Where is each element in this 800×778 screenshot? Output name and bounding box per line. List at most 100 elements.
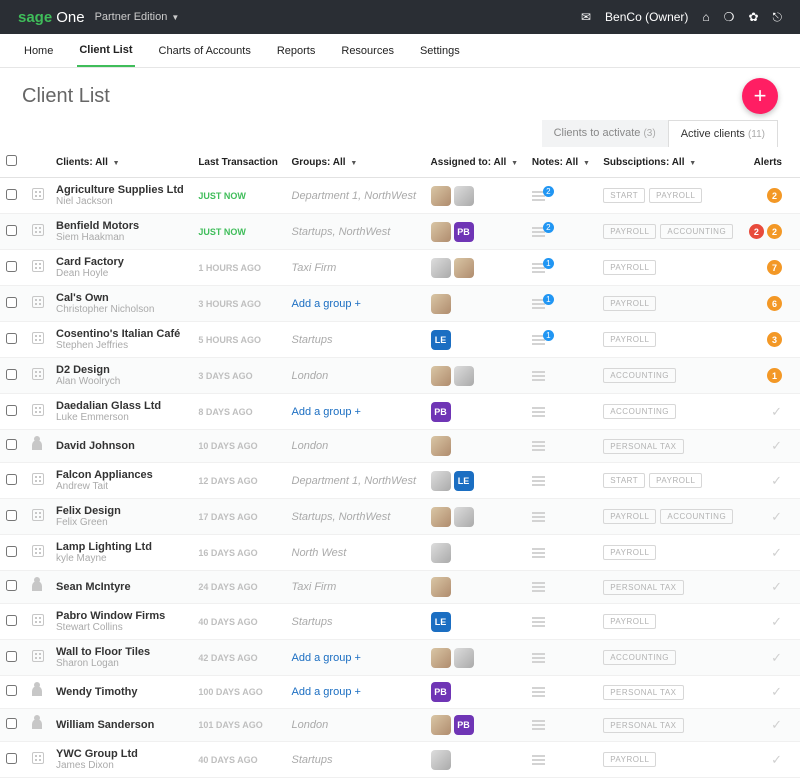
- notes-icon[interactable]: [532, 687, 591, 697]
- partner-edition-dropdown[interactable]: Partner Edition▼: [95, 11, 180, 23]
- avatar[interactable]: [431, 436, 451, 456]
- row-checkbox[interactable]: [6, 546, 17, 557]
- row-checkbox[interactable]: [6, 261, 17, 272]
- avatar[interactable]: PB: [454, 715, 474, 735]
- avatar[interactable]: [454, 648, 474, 668]
- row-checkbox[interactable]: [6, 474, 17, 485]
- avatar[interactable]: [431, 294, 451, 314]
- table-row[interactable]: William Sanderson101 DAYS AGOLondonPBPER…: [0, 709, 800, 742]
- row-checkbox[interactable]: [6, 369, 17, 380]
- row-checkbox[interactable]: [6, 439, 17, 450]
- user-name[interactable]: BenCo (Owner): [605, 10, 688, 24]
- notes-icon[interactable]: 1: [532, 335, 591, 345]
- client-name[interactable]: Pabro Window Firms: [56, 610, 186, 622]
- avatar[interactable]: [431, 577, 451, 597]
- add-group-link[interactable]: Add a group +: [292, 406, 361, 418]
- alert-badge[interactable]: 6: [767, 296, 782, 311]
- add-group-link[interactable]: Add a group +: [292, 652, 361, 664]
- avatar[interactable]: [454, 507, 474, 527]
- table-row[interactable]: Cosentino's Italian CaféStephen Jeffries…: [0, 322, 800, 358]
- table-row[interactable]: Sean McIntyre24 DAYS AGOTaxi FirmPERSONA…: [0, 571, 800, 604]
- table-row[interactable]: Wall to Floor TilesSharon Logan42 DAYS A…: [0, 640, 800, 676]
- notes-icon[interactable]: [532, 407, 591, 417]
- notes-icon[interactable]: 1: [532, 263, 591, 273]
- notes-icon[interactable]: [532, 720, 591, 730]
- avatar[interactable]: [431, 715, 451, 735]
- client-name[interactable]: Falcon Appliances: [56, 469, 186, 481]
- alert-badge[interactable]: 3: [767, 332, 782, 347]
- notes-icon[interactable]: 1: [532, 299, 591, 309]
- notes-icon[interactable]: [532, 548, 591, 558]
- nav-resources[interactable]: Resources: [339, 34, 396, 67]
- row-checkbox[interactable]: [6, 189, 17, 200]
- avatar[interactable]: LE: [454, 471, 474, 491]
- avatar[interactable]: [431, 258, 451, 278]
- notes-icon[interactable]: [532, 755, 591, 765]
- table-row[interactable]: D2 DesignAlan Woolrych3 DAYS AGOLondonAC…: [0, 358, 800, 394]
- avatar[interactable]: [431, 750, 451, 770]
- row-checkbox[interactable]: [6, 685, 17, 696]
- help-icon[interactable]: ❍: [724, 10, 735, 24]
- table-row[interactable]: Card FactoryDean Hoyle1 HOURS AGOTaxi Fi…: [0, 250, 800, 286]
- tab-active-clients[interactable]: Active clients (11): [668, 120, 778, 147]
- col-assigned[interactable]: Assigned to: All ▼: [425, 147, 526, 178]
- client-name[interactable]: Benfield Motors: [56, 220, 186, 232]
- table-row[interactable]: Lamp Lighting Ltdkyle Mayne16 DAYS AGONo…: [0, 535, 800, 571]
- client-name[interactable]: William Sanderson: [56, 719, 186, 731]
- alert-badge[interactable]: 1: [767, 368, 782, 383]
- notes-icon[interactable]: [532, 653, 591, 663]
- table-row[interactable]: David Johnson10 DAYS AGOLondonPERSONAL T…: [0, 430, 800, 463]
- row-checkbox[interactable]: [6, 225, 17, 236]
- client-name[interactable]: YWC Group Ltd: [56, 748, 186, 760]
- avatar[interactable]: PB: [454, 222, 474, 242]
- tab-clients-to-activate[interactable]: Clients to activate (3): [542, 120, 668, 147]
- gear-icon[interactable]: ✿: [748, 10, 758, 24]
- col-alerts[interactable]: Alerts: [742, 147, 800, 178]
- notes-icon[interactable]: [532, 371, 591, 381]
- table-row[interactable]: YWC Group LtdJames Dixon40 DAYS AGOStart…: [0, 742, 800, 778]
- alert-badge[interactable]: 2: [767, 224, 782, 239]
- nav-client-list[interactable]: Client List: [77, 34, 134, 67]
- select-all-checkbox[interactable]: [6, 155, 17, 166]
- row-checkbox[interactable]: [6, 333, 17, 344]
- table-row[interactable]: Agriculture Supplies LtdNiel JacksonJUST…: [0, 178, 800, 214]
- client-name[interactable]: Daedalian Glass Ltd: [56, 400, 186, 412]
- col-subscriptions[interactable]: Subsciptions: All ▼: [597, 147, 742, 178]
- nav-home[interactable]: Home: [22, 34, 55, 67]
- nav-reports[interactable]: Reports: [275, 34, 318, 67]
- table-row[interactable]: Benfield MotorsSiem HaakmanJUST NOWStart…: [0, 214, 800, 250]
- avatar[interactable]: PB: [431, 682, 451, 702]
- alert-badge[interactable]: 2: [767, 188, 782, 203]
- col-last-transaction[interactable]: Last Transaction: [192, 147, 285, 178]
- avatar[interactable]: [431, 186, 451, 206]
- avatar[interactable]: [454, 366, 474, 386]
- client-name[interactable]: Agriculture Supplies Ltd: [56, 184, 186, 196]
- client-name[interactable]: Cosentino's Italian Café: [56, 328, 186, 340]
- row-checkbox[interactable]: [6, 297, 17, 308]
- avatar[interactable]: [431, 471, 451, 491]
- avatar[interactable]: [431, 648, 451, 668]
- client-name[interactable]: David Johnson: [56, 440, 186, 452]
- table-row[interactable]: Daedalian Glass LtdLuke Emmerson8 DAYS A…: [0, 394, 800, 430]
- notes-icon[interactable]: [532, 512, 591, 522]
- mail-icon[interactable]: ✉: [581, 10, 591, 24]
- add-group-link[interactable]: Add a group +: [292, 298, 361, 310]
- client-name[interactable]: Cal's Own: [56, 292, 186, 304]
- client-name[interactable]: Felix Design: [56, 505, 186, 517]
- client-name[interactable]: D2 Design: [56, 364, 186, 376]
- row-checkbox[interactable]: [6, 651, 17, 662]
- nav-settings[interactable]: Settings: [418, 34, 462, 67]
- client-name[interactable]: Wendy Timothy: [56, 686, 186, 698]
- col-clients[interactable]: Clients: All ▼: [50, 147, 192, 178]
- notes-icon[interactable]: 2: [532, 227, 591, 237]
- row-checkbox[interactable]: [6, 510, 17, 521]
- table-row[interactable]: Cal's OwnChristopher Nicholson3 HOURS AG…: [0, 286, 800, 322]
- avatar[interactable]: [454, 258, 474, 278]
- row-checkbox[interactable]: [6, 615, 17, 626]
- col-notes[interactable]: Notes: All ▼: [526, 147, 597, 178]
- alert-badge[interactable]: 2: [749, 224, 764, 239]
- notes-icon[interactable]: [532, 476, 591, 486]
- notes-icon[interactable]: [532, 617, 591, 627]
- table-row[interactable]: Felix DesignFelix Green17 DAYS AGOStartu…: [0, 499, 800, 535]
- nav-charts-of-accounts[interactable]: Charts of Accounts: [157, 34, 253, 67]
